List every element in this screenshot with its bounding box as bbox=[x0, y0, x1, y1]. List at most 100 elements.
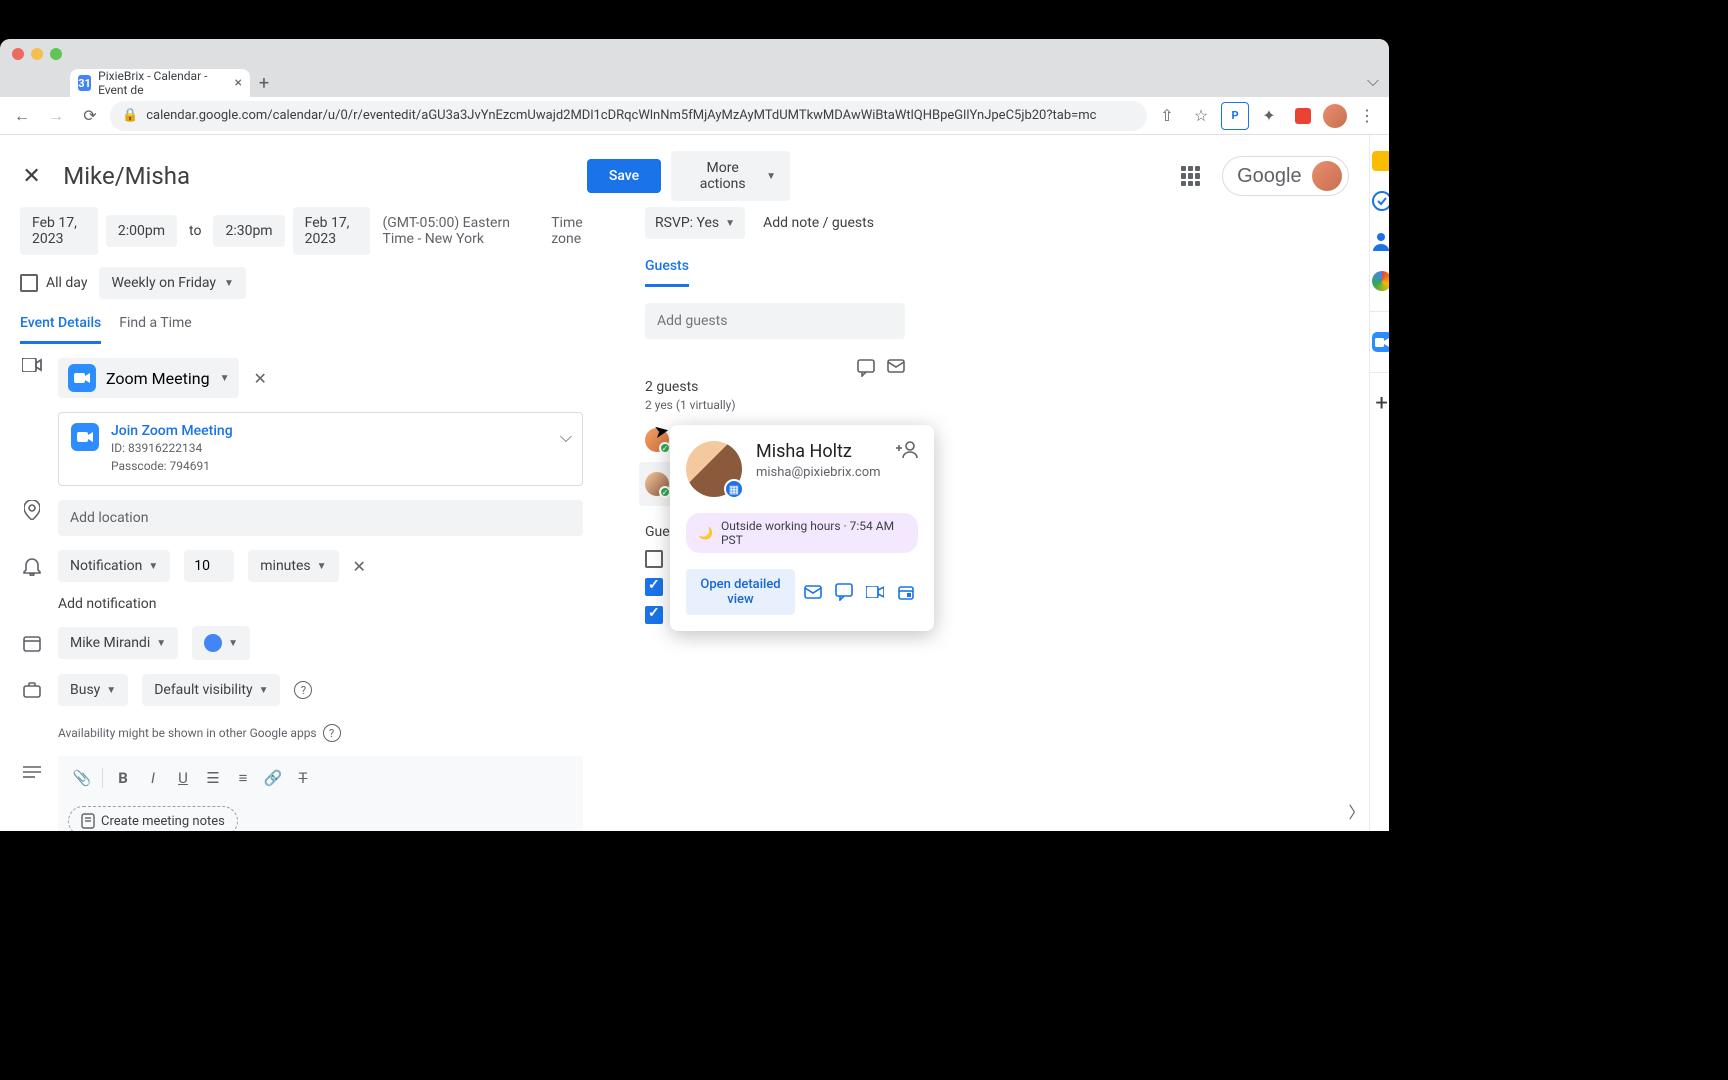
help-icon[interactable]: ? bbox=[323, 724, 341, 742]
reload-button[interactable]: ⟳ bbox=[76, 102, 104, 130]
traffic-light-close[interactable] bbox=[12, 48, 24, 60]
remove-conference-button[interactable]: ✕ bbox=[253, 369, 266, 388]
event-title-input[interactable] bbox=[63, 162, 567, 191]
side-panel-toggle[interactable]: 〉 bbox=[1345, 799, 1369, 823]
rsvp-select[interactable]: RSVP: Yes▼ bbox=[645, 207, 745, 239]
new-tab-button[interactable]: + bbox=[250, 69, 278, 97]
email-icon[interactable] bbox=[887, 359, 905, 377]
google-account-chip[interactable]: Google bbox=[1222, 156, 1349, 196]
save-button[interactable]: Save bbox=[587, 159, 661, 193]
account-avatar bbox=[1312, 161, 1342, 191]
add-contact-icon[interactable] bbox=[896, 441, 918, 459]
attach-icon[interactable]: 📎 bbox=[68, 764, 96, 792]
url-bar[interactable]: 🔒 calendar.google.com/calendar/u/0/r/eve… bbox=[110, 101, 1147, 131]
all-day-label: All day bbox=[46, 267, 91, 299]
italic-icon[interactable]: I bbox=[139, 764, 167, 792]
guests-heading: Guests bbox=[645, 258, 689, 287]
close-event-button[interactable]: ✕ bbox=[20, 164, 43, 189]
browser-tabstrip: 31 PixieBrix - Calendar - Event de × + ⌵ bbox=[0, 68, 1389, 97]
visibility-select[interactable]: Default visibility▼ bbox=[142, 674, 280, 706]
underline-icon[interactable]: U bbox=[169, 764, 197, 792]
tab-event-details[interactable]: Event Details bbox=[20, 315, 101, 344]
location-input[interactable] bbox=[58, 500, 583, 536]
contact-name: Misha Holtz bbox=[756, 441, 881, 462]
share-icon[interactable]: ⇧ bbox=[1153, 102, 1181, 130]
forward-button[interactable]: → bbox=[42, 102, 70, 130]
remove-notification-button[interactable]: ✕ bbox=[353, 557, 366, 576]
timezone-link[interactable]: Time zone bbox=[551, 215, 595, 247]
help-icon[interactable]: ? bbox=[294, 681, 312, 699]
start-time-chip[interactable]: 2:00pm bbox=[106, 215, 177, 247]
zoom-id-label: ID: 83916222134 bbox=[111, 439, 233, 457]
zoom-meeting-chip[interactable]: Zoom Meeting ▼ bbox=[58, 358, 239, 398]
clear-format-icon[interactable]: T bbox=[289, 764, 317, 792]
expand-zoom-icon[interactable]: ⌵ bbox=[560, 427, 572, 447]
traffic-light-zoom[interactable] bbox=[50, 48, 62, 60]
add-notification-link[interactable]: Add notification bbox=[58, 596, 157, 612]
invite-others-checkbox[interactable] bbox=[645, 578, 663, 596]
bulleted-list-icon[interactable]: ≡ bbox=[229, 764, 257, 792]
browser-menu-icon[interactable]: ⋮ bbox=[1353, 102, 1381, 130]
send-message-icon[interactable] bbox=[832, 576, 857, 608]
guest-count-label: 2 guests bbox=[645, 379, 736, 395]
numbered-list-icon[interactable]: ☰ bbox=[199, 764, 227, 792]
calendar-owner-select[interactable]: Mike Mirandi▼ bbox=[58, 627, 178, 659]
traffic-light-minimize[interactable] bbox=[31, 48, 43, 60]
add-guests-input[interactable] bbox=[645, 303, 905, 339]
timezone-label: (GMT-05:00) Eastern Time - New York bbox=[378, 207, 543, 255]
end-date-chip[interactable]: Feb 17, 2023 bbox=[293, 207, 371, 255]
tabstrip-chevron-icon[interactable]: ⌵ bbox=[1357, 65, 1389, 97]
tab-find-a-time[interactable]: Find a Time bbox=[119, 315, 192, 344]
working-hours-chip: 🌙 Outside working hours · 7:54 AM PST bbox=[686, 513, 918, 553]
working-hours-label: Outside working hours · 7:54 AM PST bbox=[721, 519, 906, 547]
star-icon[interactable]: ☆ bbox=[1187, 102, 1215, 130]
add-panel-icon[interactable]: + bbox=[1372, 393, 1389, 413]
chat-icon[interactable] bbox=[857, 359, 875, 377]
notification-unit-select[interactable]: minutes▼ bbox=[248, 550, 338, 582]
join-zoom-link[interactable]: Join Zoom Meeting bbox=[111, 423, 233, 439]
start-video-call-icon[interactable] bbox=[862, 576, 887, 608]
zoom-passcode-label: Passcode: 794691 bbox=[111, 457, 233, 475]
extensions-icon[interactable]: ✦ bbox=[1255, 102, 1283, 130]
extension-icon-2[interactable] bbox=[1289, 102, 1317, 130]
all-day-checkbox[interactable] bbox=[20, 274, 38, 292]
link-icon[interactable]: 🔗 bbox=[259, 764, 287, 792]
bold-icon[interactable]: B bbox=[109, 764, 137, 792]
keep-icon[interactable] bbox=[1372, 151, 1389, 171]
calendar-icon bbox=[20, 634, 44, 652]
more-actions-button[interactable]: More actions▼ bbox=[671, 151, 790, 201]
schedule-event-icon[interactable] bbox=[893, 576, 918, 608]
back-button[interactable]: ← bbox=[8, 102, 36, 130]
create-meeting-notes-button[interactable]: Create meeting notes bbox=[68, 806, 238, 831]
zoom-chip-label: Zoom Meeting bbox=[106, 369, 210, 388]
description-editor[interactable]: 📎 B I U ☰ ≡ 🔗 T bbox=[58, 756, 583, 831]
tasks-icon[interactable] bbox=[1372, 191, 1389, 211]
notification-type-select[interactable]: Notification▼ bbox=[58, 550, 170, 582]
notification-value-input[interactable] bbox=[184, 550, 234, 582]
window-titlebar bbox=[0, 39, 1389, 68]
zoom-panel-icon[interactable] bbox=[1372, 332, 1389, 352]
location-icon bbox=[20, 500, 44, 520]
see-guest-list-checkbox[interactable] bbox=[645, 606, 663, 624]
availability-select[interactable]: Busy▼ bbox=[58, 674, 128, 706]
event-color-select[interactable]: ▼ bbox=[192, 626, 250, 660]
send-email-icon[interactable] bbox=[801, 576, 826, 608]
open-detailed-view-button[interactable]: Open detailed view bbox=[686, 569, 795, 615]
description-icon bbox=[20, 756, 44, 778]
zoom-icon bbox=[68, 364, 96, 392]
recurrence-chip[interactable]: Weekly on Friday▼ bbox=[99, 267, 246, 299]
doc-icon bbox=[81, 813, 95, 829]
modify-event-checkbox[interactable] bbox=[645, 550, 663, 568]
contacts-icon[interactable] bbox=[1372, 231, 1389, 251]
profile-avatar[interactable] bbox=[1323, 104, 1347, 128]
browser-toolbar: ← → ⟳ 🔒 calendar.google.com/calendar/u/0… bbox=[0, 97, 1389, 135]
google-apps-icon[interactable] bbox=[1179, 164, 1202, 188]
extension-icon-1[interactable]: P bbox=[1221, 102, 1249, 130]
end-time-chip[interactable]: 2:30pm bbox=[213, 215, 284, 247]
close-tab-icon[interactable]: × bbox=[235, 75, 242, 91]
browser-tab[interactable]: 31 PixieBrix - Calendar - Event de × bbox=[70, 69, 250, 97]
add-note-link[interactable]: Add note / guests bbox=[759, 207, 878, 239]
maps-icon[interactable] bbox=[1372, 271, 1389, 291]
start-date-chip[interactable]: Feb 17, 2023 bbox=[20, 207, 98, 255]
google-logo-text: Google bbox=[1237, 165, 1302, 188]
